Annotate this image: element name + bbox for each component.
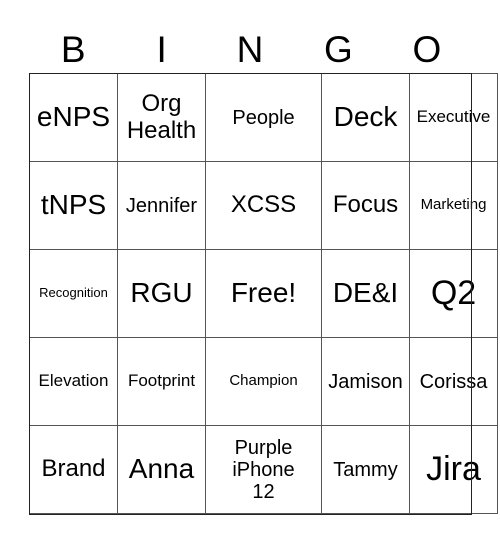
bingo-cell[interactable]: RGU bbox=[117, 249, 206, 338]
header-letter-b: B bbox=[60, 29, 86, 70]
header-letter-o: O bbox=[412, 29, 442, 70]
bingo-cell[interactable]: Footprint bbox=[117, 337, 206, 426]
bingo-cell[interactable]: Org Health bbox=[117, 73, 206, 162]
bingo-cell[interactable]: Jennifer bbox=[117, 161, 206, 250]
bingo-cell[interactable]: Corissa bbox=[409, 337, 498, 426]
table-row: eNPS Org Health People Deck Executive bbox=[29, 73, 498, 162]
bingo-cell[interactable]: Marketing bbox=[409, 161, 498, 250]
table-row: Brand Anna Purple iPhone 12 Tammy Jira bbox=[29, 425, 498, 514]
bingo-cell[interactable]: People bbox=[205, 73, 322, 162]
bingo-cell[interactable]: Brand bbox=[29, 425, 118, 514]
bingo-cell[interactable]: Jira bbox=[409, 425, 498, 514]
bingo-cell[interactable]: tNPS bbox=[29, 161, 118, 250]
bingo-cell[interactable]: Jamison bbox=[321, 337, 410, 426]
free-space-cell[interactable]: Free! bbox=[205, 249, 322, 338]
header-letter-i: I bbox=[156, 29, 167, 70]
bingo-cell[interactable]: Executive bbox=[409, 73, 498, 162]
bingo-cell[interactable]: Elevation bbox=[29, 337, 118, 426]
bingo-cell[interactable]: Q2 bbox=[409, 249, 498, 338]
bingo-cell[interactable]: Tammy bbox=[321, 425, 410, 514]
table-row: tNPS Jennifer XCSS Focus Marketing bbox=[29, 161, 498, 250]
bingo-cell[interactable]: Champion bbox=[205, 337, 322, 426]
table-row: Elevation Footprint Champion Jamison Cor… bbox=[29, 337, 498, 426]
bingo-cell[interactable]: Purple iPhone 12 bbox=[205, 425, 322, 514]
bingo-cell[interactable]: DE&I bbox=[321, 249, 410, 338]
bingo-cell[interactable]: XCSS bbox=[205, 161, 322, 250]
bingo-grid: eNPS Org Health People Deck Executive tN… bbox=[29, 73, 498, 514]
bingo-cell[interactable]: Deck bbox=[321, 73, 410, 162]
header-letter-n: N bbox=[236, 29, 264, 70]
bingo-cell[interactable]: Recognition bbox=[29, 249, 118, 338]
bingo-cell[interactable]: Anna bbox=[117, 425, 206, 514]
header-letter-g: G bbox=[324, 29, 353, 70]
bingo-cell[interactable]: eNPS bbox=[29, 73, 118, 162]
table-row: Recognition RGU Free! DE&I Q2 bbox=[29, 249, 498, 338]
bingo-cell[interactable]: Focus bbox=[321, 161, 410, 250]
bingo-header: B I N G O bbox=[29, 28, 471, 72]
